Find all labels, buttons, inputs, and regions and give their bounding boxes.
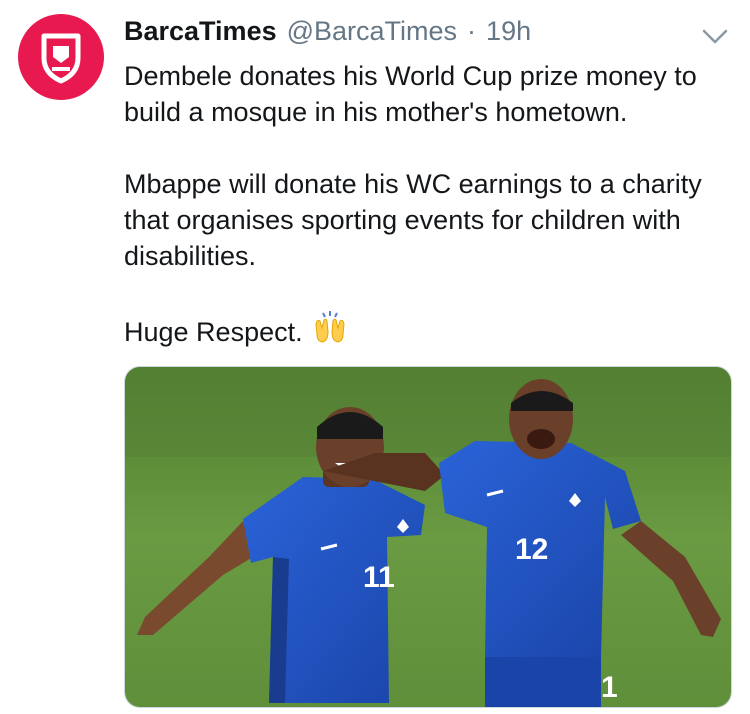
raising-hands-icon (313, 310, 347, 353)
separator-dot: · (467, 16, 477, 46)
tweet-text: Dembele donates his World Cup prize mone… (124, 58, 724, 353)
chevron-down-icon[interactable] (698, 24, 732, 48)
tweet-paragraph: Huge Respect. (124, 310, 724, 353)
user-handle[interactable]: @BarcaTimes (287, 16, 457, 47)
left-player-number: 11 (363, 561, 395, 594)
tweet-paragraph: Dembele donates his World Cup prize mone… (124, 61, 697, 127)
right-player-number: 12 (515, 533, 548, 566)
tweet-header: BarcaTimes @BarcaTimes · 19h (124, 16, 531, 52)
tweet-media-image[interactable]: 11 12 1 (124, 366, 732, 708)
players-photo: 11 12 1 (125, 367, 731, 707)
avatar[interactable] (18, 14, 104, 100)
tweet-paragraph-text: Huge Respect. (124, 316, 303, 347)
barcatimes-logo-icon (41, 33, 81, 84)
right-player-shorts-number: 1 (601, 671, 618, 704)
tweet-paragraph: Mbappe will donate his WC earnings to a … (124, 169, 702, 271)
tweet: BarcaTimes @BarcaTimes · 19h Dembele don… (0, 0, 750, 714)
timestamp[interactable]: 19h (486, 16, 531, 47)
display-name[interactable]: BarcaTimes (124, 16, 277, 47)
